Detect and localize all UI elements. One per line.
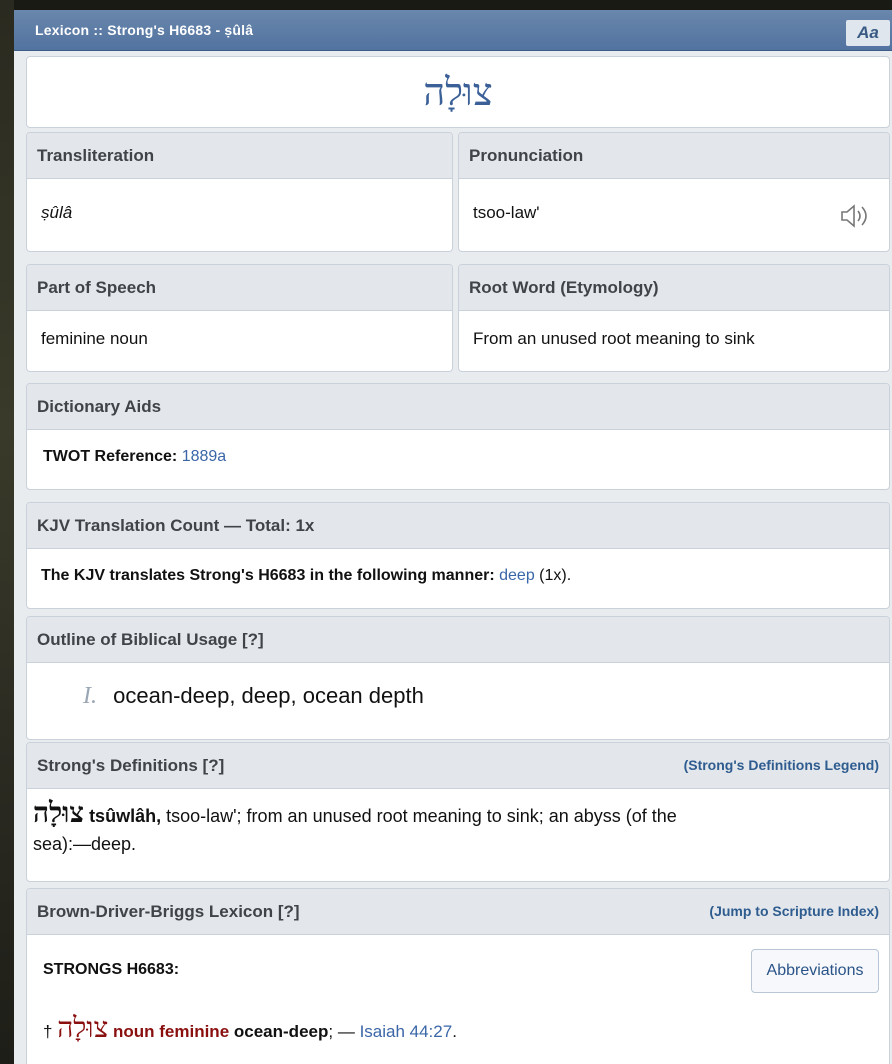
bdb-hebrew: צוּלָה: [57, 1011, 109, 1044]
transliteration-box: Transliteration ṣûlâ: [26, 132, 453, 252]
strongs-definitions-box: Strong's Definitions [?] (Strong's Defin…: [26, 742, 890, 882]
window-titlebar[interactable]: Lexicon :: Strong's H6683 - ṣûlâ Aa: [14, 10, 892, 51]
bdb-header-title: Brown-Driver-Briggs Lexicon [?]: [37, 902, 300, 921]
strongs-header: Strong's Definitions [?] (Strong's Defin…: [27, 743, 889, 789]
twot-label: TWOT Reference:: [43, 448, 178, 465]
pronunciation-value: tsoo-law': [473, 203, 540, 222]
dictionary-aids-header: Dictionary Aids: [27, 384, 889, 430]
root-word-value: From an unused root meaning to sink: [473, 329, 755, 348]
bdb-dagger: †: [43, 1022, 53, 1041]
outline-header: Outline of Biblical Usage [?]: [27, 617, 889, 663]
twot-reference-link[interactable]: 1889a: [182, 448, 227, 465]
jump-to-scripture-index-link[interactable]: (Jump to Scripture Index): [709, 889, 879, 934]
strongs-definition-line1: tsoo-law'; from an unused root meaning t…: [166, 806, 677, 826]
outline-box: Outline of Biblical Usage [?] I. ocean-d…: [26, 616, 890, 740]
outline-text: ocean-deep, deep, ocean depth: [113, 683, 424, 708]
bdb-end: .: [452, 1022, 457, 1041]
strongs-hebrew: צוּלָה: [33, 796, 85, 829]
hebrew-word-box: צוּלָה: [26, 56, 890, 128]
part-of-speech-header: Part of Speech: [27, 265, 452, 311]
kjv-header: KJV Translation Count — Total: 1x: [27, 503, 889, 549]
kjv-word-link[interactable]: deep: [499, 567, 535, 584]
strongs-translit: tsûwlâh,: [89, 806, 162, 826]
pronunciation-header: Pronunciation: [459, 133, 889, 179]
window-title: Lexicon :: Strong's H6683 - ṣûlâ: [35, 22, 254, 38]
transliteration-header: Transliteration: [27, 133, 452, 179]
strongs-legend-link[interactable]: (Strong's Definitions Legend): [684, 743, 879, 788]
abbreviations-button[interactable]: Abbreviations: [751, 949, 879, 993]
kjv-sentence: The KJV translates Strong's H6683 in the…: [41, 567, 495, 584]
root-word-box: Root Word (Etymology) From an unused roo…: [458, 264, 890, 372]
pronunciation-box: Pronunciation tsoo-law': [458, 132, 890, 252]
lexicon-panel: Lexicon :: Strong's H6683 - ṣûlâ Aa צוּל…: [14, 10, 892, 1064]
dictionary-aids-box: Dictionary Aids TWOT Reference: 1889a: [26, 383, 890, 490]
transliteration-value: ṣûlâ: [41, 203, 73, 222]
hebrew-word: צוּלָה: [423, 70, 493, 114]
part-of-speech-value: feminine noun: [41, 329, 148, 348]
desktop-background: [0, 0, 14, 1064]
outline-numeral: I.: [83, 683, 97, 709]
bdb-strongs-label: STRONGS H6683:: [43, 961, 180, 978]
desktop-background-top: [0, 0, 892, 10]
bdb-header: Brown-Driver-Briggs Lexicon [?] (Jump to…: [27, 889, 889, 935]
bdb-reference-link[interactable]: Isaiah 44:27: [360, 1022, 453, 1041]
bdb-box: Brown-Driver-Briggs Lexicon [?] (Jump to…: [26, 888, 890, 1064]
speaker-icon[interactable]: [839, 203, 873, 234]
root-word-header: Root Word (Etymology): [459, 265, 889, 311]
bdb-separator: ; —: [328, 1022, 355, 1041]
strongs-header-title: Strong's Definitions [?]: [37, 756, 225, 775]
font-size-toggle-button[interactable]: Aa: [846, 20, 890, 46]
kjv-count: (1x).: [539, 567, 572, 584]
bdb-pos: noun feminine: [112, 1022, 230, 1041]
kjv-box: KJV Translation Count — Total: 1x The KJ…: [26, 502, 890, 609]
strongs-definition-line2: sea):—deep.: [33, 834, 137, 854]
bdb-entry: † צוּלָה noun feminine ocean-deep; — Isa…: [43, 1011, 457, 1045]
bdb-gloss: ocean-deep: [233, 1022, 329, 1041]
part-of-speech-box: Part of Speech feminine noun: [26, 264, 453, 372]
